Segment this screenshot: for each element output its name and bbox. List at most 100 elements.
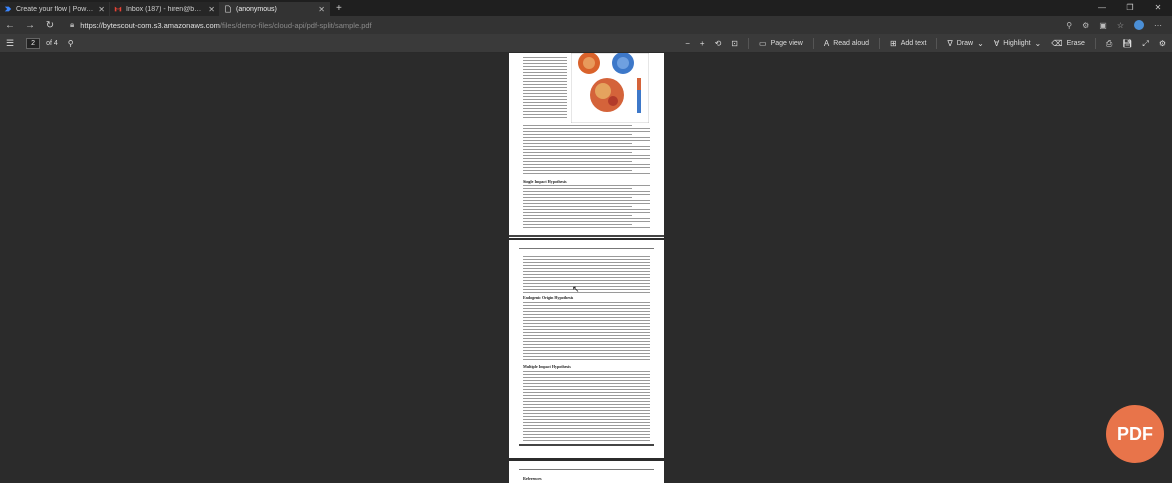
- zoom-in-button[interactable]: +: [700, 39, 705, 48]
- text-line: [523, 84, 567, 86]
- fullscreen-button[interactable]: ⤢: [1142, 39, 1148, 49]
- text-line: [523, 218, 650, 220]
- text-line: [523, 96, 567, 98]
- read-aloud-button[interactable]: A︎ Read aloud: [824, 39, 869, 48]
- chevron-down-icon[interactable]: ⌄: [977, 39, 984, 48]
- add-text-button[interactable]: ⊞ Add text: [890, 39, 926, 48]
- highlight-button[interactable]: ∀ Highlight ⌄: [994, 39, 1041, 48]
- text-line: [523, 224, 632, 226]
- section-heading: References: [523, 476, 542, 481]
- power-automate-icon: [4, 6, 12, 12]
- refresh-icon[interactable]: ↻: [40, 20, 60, 31]
- zoom-out-button[interactable]: −: [685, 39, 690, 48]
- text-line: [523, 143, 632, 145]
- text-line: [523, 419, 650, 421]
- tab-pdf[interactable]: (anonymous) ✕: [220, 2, 330, 16]
- new-tab-button[interactable]: +: [336, 2, 342, 16]
- text-line: [523, 170, 632, 172]
- url-path: /files/demo-files/cloud-api/pdf-split/sa…: [219, 20, 372, 30]
- text-line: [523, 404, 650, 406]
- search-icon[interactable]: ⚲: [68, 39, 74, 48]
- page-figure: [571, 53, 649, 123]
- save-icon: 💾︎: [1122, 39, 1133, 48]
- pdf-badge[interactable]: PDF: [1106, 405, 1164, 463]
- forward-icon[interactable]: →: [20, 20, 40, 31]
- favorites-icon[interactable]: ☆: [1117, 21, 1124, 30]
- restore-icon[interactable]: ❐: [1116, 0, 1144, 16]
- pdf-viewer[interactable]: Single Impact Hypothesis Endogenic Origi…: [0, 53, 1172, 483]
- text-line: [523, 332, 650, 334]
- close-window-icon[interactable]: ✕: [1144, 0, 1172, 16]
- text-line: [523, 422, 650, 424]
- text-line: [523, 90, 567, 92]
- text-line: [523, 72, 567, 74]
- page-number-input[interactable]: 2: [26, 37, 41, 49]
- text-line: [523, 292, 650, 294]
- browser-actions: ⚲ ⚙︎ ▣ ☆ ⋯: [1066, 16, 1162, 34]
- text-line: [523, 197, 632, 199]
- plus-icon: +: [699, 39, 705, 48]
- gear-icon: ⚙︎: [1158, 39, 1166, 48]
- text-line: [523, 395, 650, 397]
- text-line: [523, 265, 650, 267]
- text-line: [523, 128, 650, 130]
- close-icon[interactable]: ✕: [208, 5, 215, 14]
- save-button[interactable]: 💾︎: [1122, 39, 1132, 48]
- gmail-icon: [114, 6, 122, 12]
- text-line: [523, 398, 650, 400]
- erase-button[interactable]: ⌫ Erase: [1051, 39, 1085, 48]
- text-line: [523, 185, 650, 187]
- text-line: [523, 314, 650, 316]
- settings-button[interactable]: ⚙︎: [1159, 39, 1166, 48]
- text-line: [523, 425, 650, 427]
- text-line: [523, 209, 650, 211]
- avatar[interactable]: [1134, 20, 1144, 30]
- text-line: [523, 323, 650, 325]
- text-line: [523, 87, 567, 89]
- mouse-cursor-icon: ↖: [572, 284, 580, 294]
- more-icon[interactable]: ⋯: [1154, 21, 1162, 30]
- text-line: [523, 335, 650, 337]
- text-line: [523, 377, 650, 379]
- tab-power-automate[interactable]: Create your flow | Power Automate ✕: [0, 2, 110, 16]
- draw-button[interactable]: ∇ Draw ⌄: [947, 39, 983, 48]
- page-bottom-rule: [519, 444, 654, 446]
- divider: [748, 38, 749, 49]
- text-line: [523, 99, 567, 101]
- back-icon[interactable]: ←: [0, 20, 20, 31]
- fit-page-button[interactable]: ⊡: [731, 39, 738, 48]
- text-line: [523, 200, 650, 202]
- close-icon[interactable]: ✕: [318, 5, 325, 14]
- text-line: [523, 259, 650, 261]
- extensions-icon[interactable]: ⚙︎: [1082, 21, 1089, 30]
- close-icon[interactable]: ✕: [98, 5, 105, 14]
- text-line: [523, 161, 632, 163]
- text-line: [523, 81, 567, 83]
- zoom-icon[interactable]: ⚲: [1066, 21, 1072, 30]
- chevron-down-icon[interactable]: ⌄: [1035, 39, 1042, 48]
- highlight-label: Highlight: [1003, 40, 1031, 47]
- text-line: [523, 63, 567, 65]
- print-button[interactable]: ⎙: [1106, 39, 1112, 49]
- text-line: [523, 271, 650, 273]
- collections-icon[interactable]: ▣: [1099, 21, 1107, 30]
- section-heading: Endogenic Origin Hypothesis: [523, 295, 574, 300]
- lock-icon[interactable]: 🔒︎: [70, 20, 74, 30]
- text-line: [523, 117, 567, 119]
- table-of-contents-icon[interactable]: ☰: [6, 38, 14, 49]
- divider: [879, 38, 881, 49]
- tab-gmail[interactable]: Inbox (187) - hiren@bytescout.com ✕: [110, 2, 220, 16]
- text-line: [523, 69, 567, 71]
- minimize-icon[interactable]: —: [1088, 0, 1116, 16]
- url-field[interactable]: 🔒︎ https://bytescout-com.s3.amazonaws.co…: [70, 18, 1070, 32]
- text-line: [523, 392, 650, 394]
- page-view-button[interactable]: ▭ Page view: [759, 39, 803, 48]
- rotate-button[interactable]: ⟲: [715, 39, 722, 48]
- text-line: [523, 149, 650, 151]
- text-line: [523, 134, 632, 136]
- text-line: [523, 167, 650, 169]
- text-line: [523, 289, 650, 291]
- text-line: [523, 277, 650, 279]
- text-line: [523, 440, 650, 442]
- rotate-icon: ⟲: [714, 39, 722, 48]
